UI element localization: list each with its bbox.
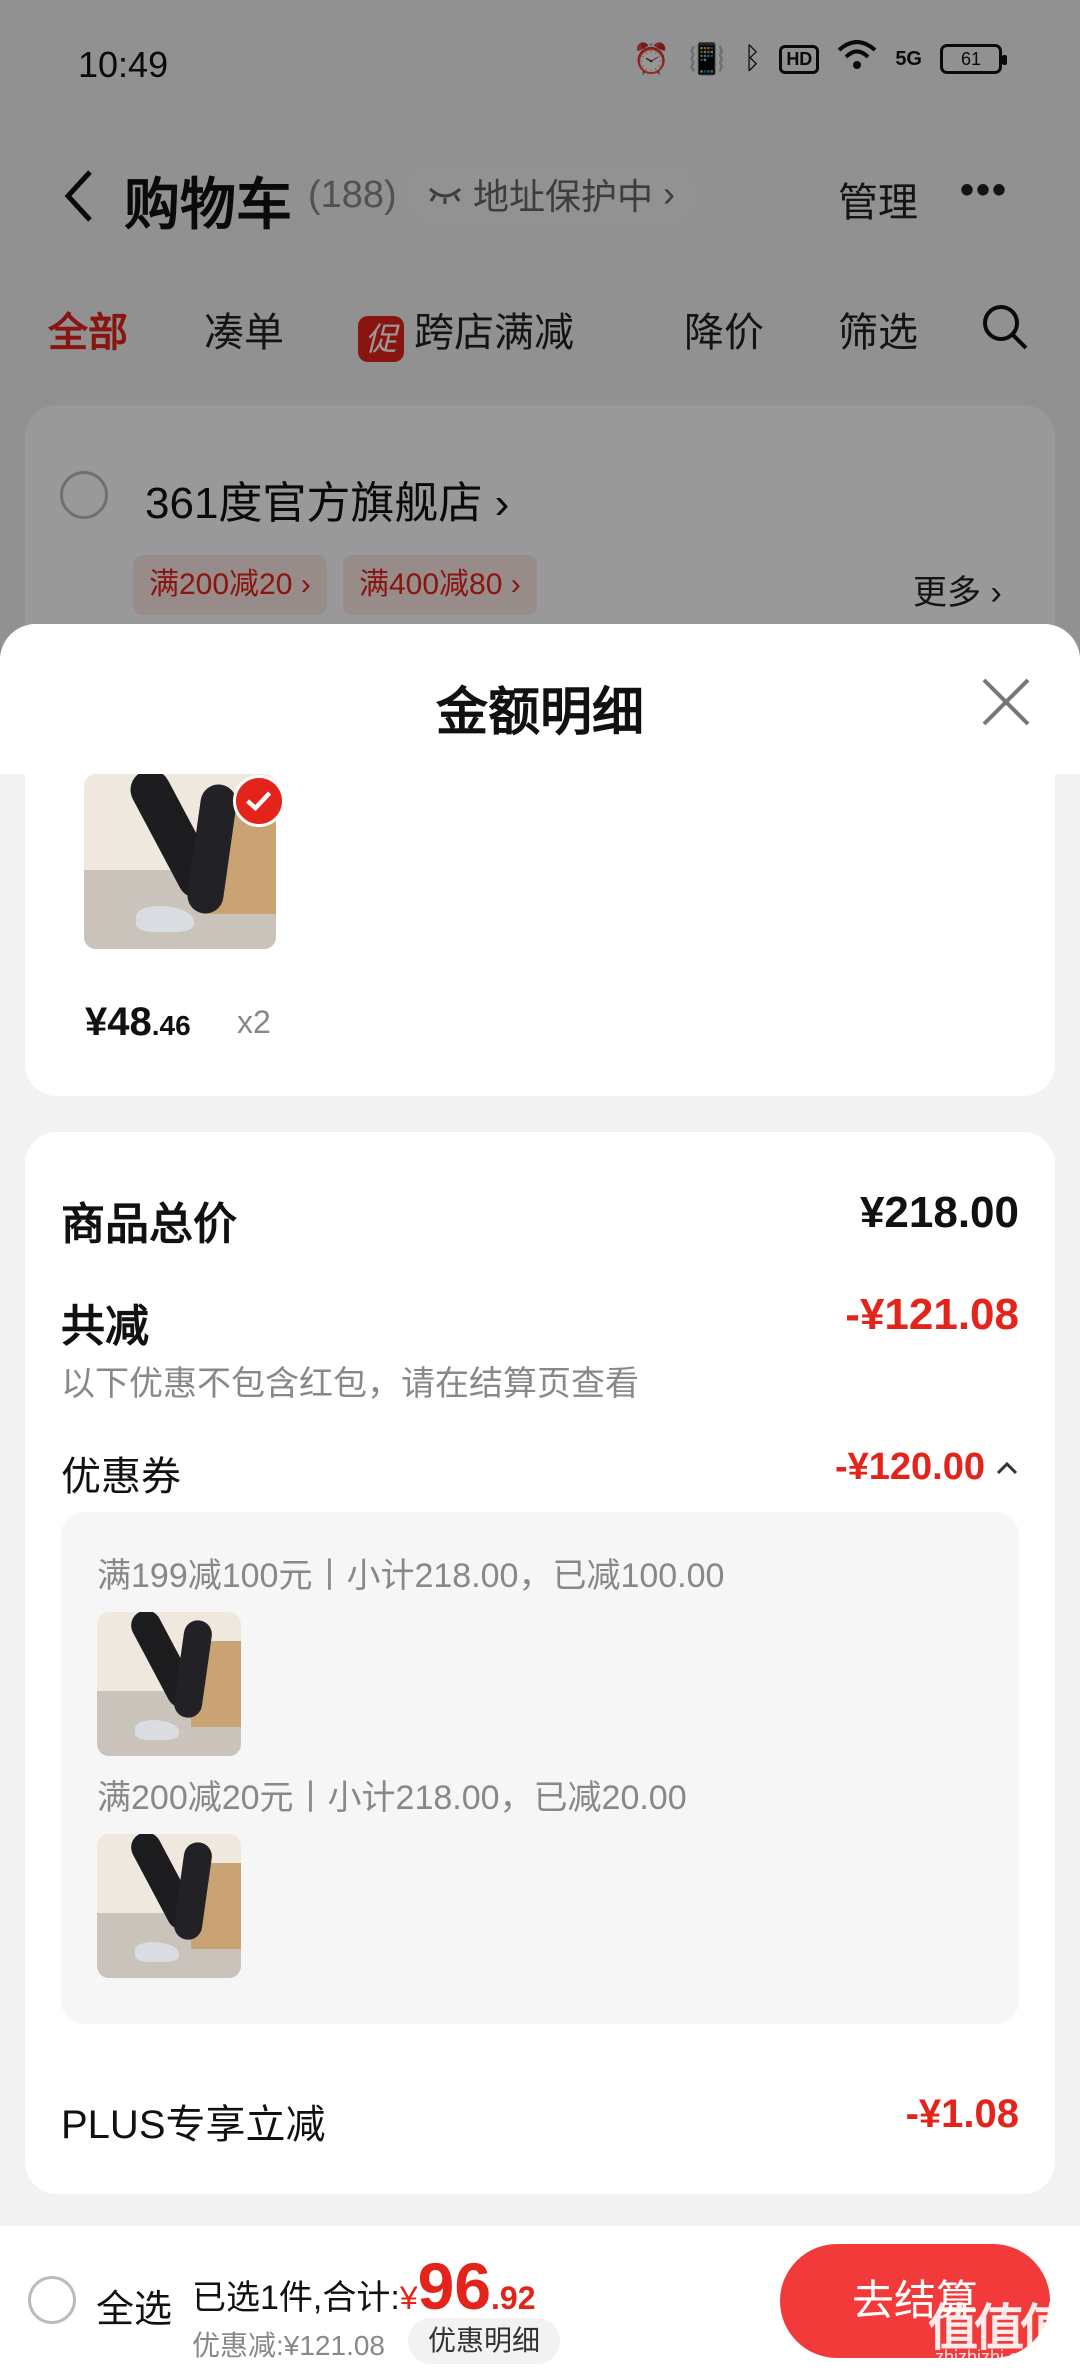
plus-discount-label: PLUS专享立减 — [61, 2103, 326, 2147]
price-detail-card: 商品总价 ¥218.00 共减 -¥121.08 以下优惠不包含红包，请在结算页… — [25, 1132, 1055, 2194]
select-all-radio[interactable] — [28, 2276, 76, 2324]
discount-detail-button[interactable]: 优惠明细 — [408, 2318, 561, 2364]
chevron-up-icon — [996, 1461, 1018, 1474]
coupon-list: 满199减100元丨小计218.00，已减100.00 满200减20元丨小计2… — [61, 1512, 1019, 2024]
amount-detail-sheet: 金额明细 ¥48.46 x2 商品总价 ¥218.00 共减 -¥121.08 … — [0, 624, 1080, 2376]
total-label: 商品总价 — [61, 1200, 237, 1249]
coupon-item-1: 满199减100元丨小计218.00，已减100.00 — [97, 1557, 725, 1595]
sheet-header: 金额明细 — [0, 624, 1080, 774]
product-price: ¥48.46 — [85, 1000, 191, 1044]
total-summary: 已选1件,合计:¥96.92 — [192, 2249, 536, 2323]
coupon-toggle[interactable]: -¥120.00 — [835, 1446, 1019, 1489]
coupon-item-1-image — [97, 1612, 241, 1756]
coupon-label: 优惠券 — [61, 1455, 181, 1499]
product-card: ¥48.46 x2 — [25, 774, 1055, 1096]
reduction-label: 共减 — [61, 1302, 149, 1351]
coupon-value: -¥120.00 — [834, 1446, 985, 1488]
coupon-item-2-image — [97, 1834, 241, 1978]
product-quantity: x2 — [237, 1004, 271, 1040]
discount-summary: 优惠减:¥121.08 — [192, 2330, 385, 2361]
close-icon[interactable] — [980, 676, 1032, 728]
reduction-note: 以下优惠不包含红包，请在结算页查看 — [61, 1365, 639, 1403]
coupon-item-2: 满200减20元丨小计218.00，已减20.00 — [97, 1779, 687, 1817]
plus-discount-value: -¥1.08 — [905, 2092, 1019, 2136]
select-all-label[interactable]: 全选 — [96, 2278, 172, 2333]
checkout-bar: 全选 已选1件,合计:¥96.92 优惠减:¥121.08 优惠明细 去结算 — [0, 2226, 1080, 2376]
watermark-domain: zhizhizhi.com — [935, 2347, 1044, 2367]
selected-check-icon — [233, 775, 285, 827]
total-value: ¥218.00 — [859, 1188, 1019, 1237]
reduction-value: -¥121.08 — [845, 1290, 1019, 1339]
sheet-title: 金额明细 — [435, 684, 644, 742]
